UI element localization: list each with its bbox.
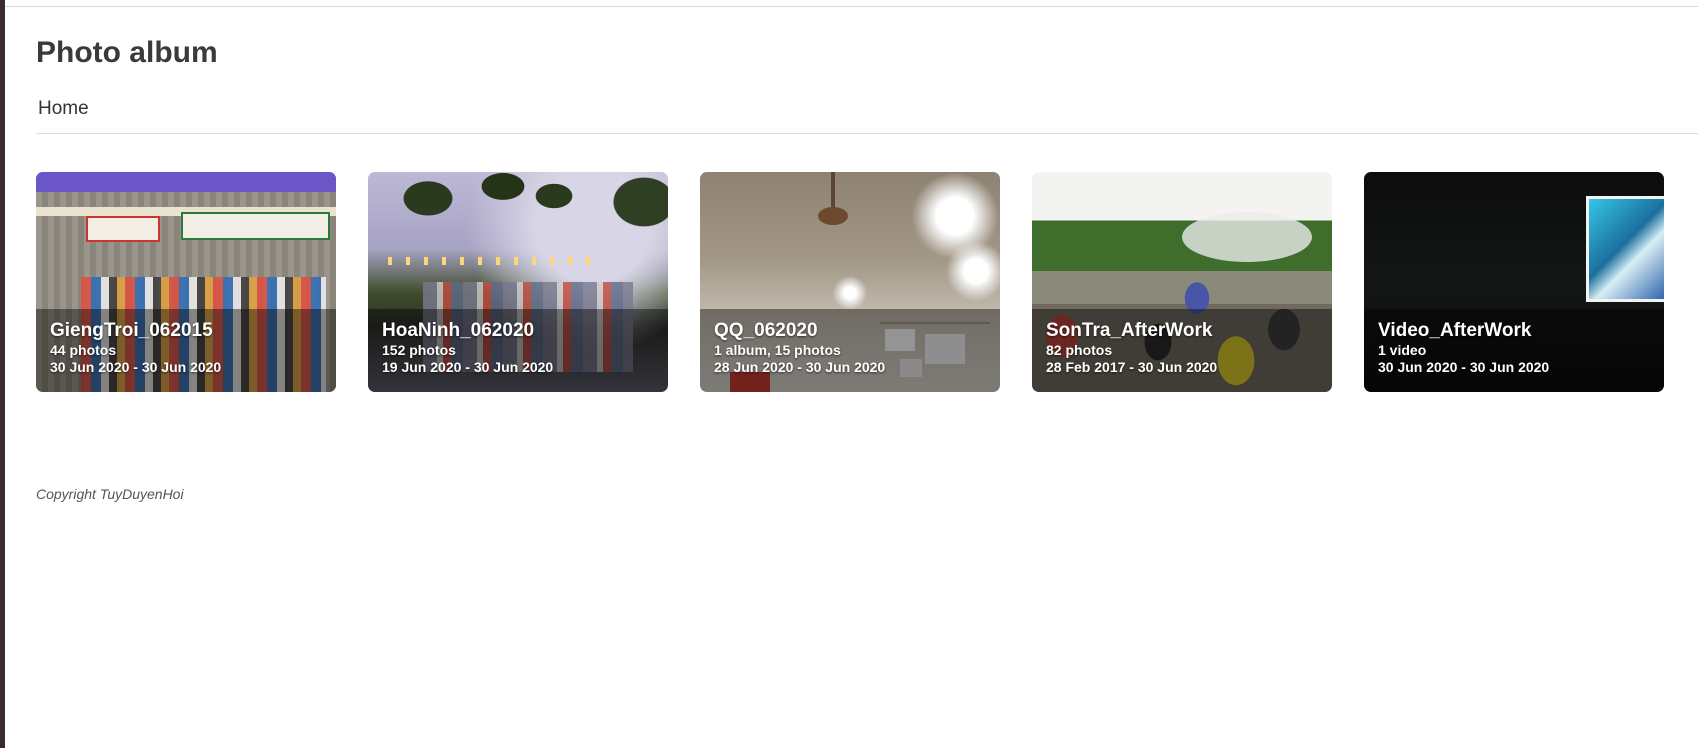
album-dates: 28 Feb 2017 - 30 Jun 2020 xyxy=(1046,359,1218,375)
album-title: Video_AfterWork xyxy=(1378,320,1532,341)
thumbnail-detail xyxy=(388,257,598,265)
album-title: QQ_062020 xyxy=(714,320,818,341)
album-caption: GiengTroi_062015 44 photos 30 Jun 2020 -… xyxy=(50,320,328,376)
album-grid: GiengTroi_062015 44 photos 30 Jun 2020 -… xyxy=(36,172,1664,392)
page-title: Photo album xyxy=(36,36,218,69)
album-dates: 28 Jun 2020 - 30 Jun 2020 xyxy=(714,359,886,375)
thumbnail-detail xyxy=(818,207,848,225)
thumbnail-detail xyxy=(368,172,668,292)
thumbnail-detail xyxy=(1586,196,1664,302)
album-count: 44 photos xyxy=(50,342,117,358)
top-divider xyxy=(5,6,1698,7)
thumbnail-detail xyxy=(86,216,160,242)
album-dates: 30 Jun 2020 - 30 Jun 2020 xyxy=(1378,359,1550,375)
album-card-sontra[interactable]: SonTra_AfterWork 82 photos 28 Feb 2017 -… xyxy=(1032,172,1332,392)
album-count: 82 photos xyxy=(1046,342,1113,358)
album-title: HoaNinh_062020 xyxy=(382,320,535,341)
album-card-video[interactable]: Video_AfterWork 1 video 30 Jun 2020 - 30… xyxy=(1364,172,1664,392)
thumbnail-detail xyxy=(831,172,835,210)
album-count: 1 video xyxy=(1378,342,1427,358)
thumbnail-detail xyxy=(181,212,330,240)
album-title: SonTra_AfterWork xyxy=(1046,320,1213,341)
album-dates: 30 Jun 2020 - 30 Jun 2020 xyxy=(50,359,222,375)
footer-copyright: Copyright TuyDuyenHoi xyxy=(36,486,184,502)
album-caption: QQ_062020 1 album, 15 photos 28 Jun 2020… xyxy=(714,320,992,376)
album-count: 1 album, 15 photos xyxy=(714,342,841,358)
album-card-qq[interactable]: QQ_062020 1 album, 15 photos 28 Jun 2020… xyxy=(700,172,1000,392)
album-dates: 19 Jun 2020 - 30 Jun 2020 xyxy=(382,359,554,375)
album-caption: SonTra_AfterWork 82 photos 28 Feb 2017 -… xyxy=(1046,320,1324,376)
breadcrumb-divider xyxy=(36,133,1698,134)
album-card-giengtroi[interactable]: GiengTroi_062015 44 photos 30 Jun 2020 -… xyxy=(36,172,336,392)
album-count: 152 photos xyxy=(382,342,456,358)
album-card-hoaninh[interactable]: HoaNinh_062020 152 photos 19 Jun 2020 - … xyxy=(368,172,668,392)
window-left-edge xyxy=(0,0,5,748)
breadcrumb-home-link[interactable]: Home xyxy=(38,98,89,120)
album-title: GiengTroi_062015 xyxy=(50,320,213,341)
album-caption: Video_AfterWork 1 video 30 Jun 2020 - 30… xyxy=(1378,320,1656,376)
thumbnail-detail xyxy=(1182,212,1312,262)
album-caption: HoaNinh_062020 152 photos 19 Jun 2020 - … xyxy=(382,320,660,376)
